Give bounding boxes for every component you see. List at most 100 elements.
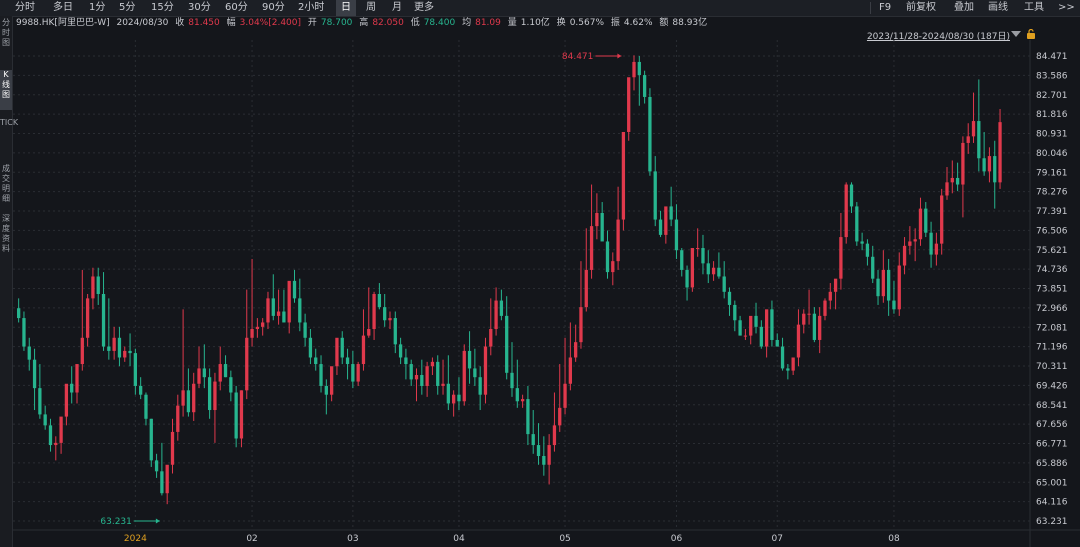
candle-body: [340, 337, 344, 358]
candle-body: [701, 248, 705, 264]
candle-body: [913, 239, 917, 242]
candle-body: [473, 368, 477, 378]
candle-body: [22, 318, 26, 347]
candle-body: [526, 399, 530, 435]
y-tick-label: 79.161: [1036, 168, 1068, 178]
candle-body: [494, 300, 498, 330]
candle-body: [924, 208, 928, 233]
candle-body: [54, 442, 58, 446]
candle-body: [637, 61, 641, 76]
candle-body: [515, 388, 519, 402]
candle-body: [658, 219, 663, 235]
candle-body: [59, 416, 63, 443]
y-tick-label: 73.851: [1036, 285, 1068, 295]
max-marker-arrow: [617, 53, 622, 59]
candle-body: [584, 269, 588, 308]
candle-body: [441, 383, 445, 386]
y-tick-label: 76.506: [1036, 226, 1068, 236]
candle-body: [833, 278, 838, 292]
y-tick-label: 68.541: [1036, 401, 1068, 411]
max-price-label: 84.471: [562, 52, 594, 62]
candle-body: [467, 350, 472, 369]
label-layer: 84.471 83.586 82.701 81.816 80.931 80.046 79.1…: [100, 52, 1067, 544]
candle-body: [186, 390, 191, 413]
candle-body: [213, 381, 217, 411]
candle-body: [520, 399, 525, 402]
candle-body: [266, 298, 270, 323]
candle-body: [727, 291, 732, 305]
candle-body: [818, 315, 822, 340]
candle-body: [446, 383, 450, 404]
candle-body: [982, 158, 986, 172]
candle-body: [791, 357, 795, 371]
x-tick-label: 06: [671, 534, 683, 544]
candle-body: [749, 315, 753, 336]
candle-body: [420, 374, 424, 386]
x-tick-label: 2024: [124, 534, 147, 544]
candle-body: [786, 368, 790, 371]
candle-body: [64, 383, 69, 417]
candle-body: [940, 195, 944, 244]
candle-body: [961, 142, 965, 185]
candle-body: [955, 177, 960, 185]
candle-body: [722, 276, 726, 292]
candle-body: [993, 156, 997, 183]
candle-body: [139, 385, 143, 395]
candle-body: [202, 368, 206, 378]
candle-body: [600, 212, 604, 242]
candle-body: [945, 182, 949, 196]
y-tick-label: 69.426: [1036, 381, 1068, 391]
y-tick-label: 74.736: [1036, 265, 1068, 275]
y-tick-label: 70.311: [1036, 362, 1068, 372]
candle-body: [796, 324, 801, 358]
candle-body: [292, 280, 297, 299]
candle-body: [197, 368, 201, 384]
candle-body: [372, 293, 376, 330]
candle-body: [128, 350, 132, 354]
candle-body: [642, 75, 647, 97]
x-tick-label: 03: [347, 534, 358, 544]
candle-body: [971, 121, 976, 137]
candle-body: [160, 471, 164, 494]
candle-body: [245, 337, 249, 391]
y-tick-label: 80.931: [1036, 130, 1068, 140]
candle-body: [388, 318, 392, 321]
candle-body: [892, 300, 896, 310]
candle-body: [616, 219, 620, 262]
candle-body: [329, 366, 334, 395]
candle-body: [149, 418, 153, 461]
candle-body: [282, 311, 286, 323]
candle-body: [404, 357, 408, 365]
candle-body: [860, 241, 864, 244]
grid-layer: [13, 40, 1080, 547]
candle-body: [483, 346, 488, 395]
candle-body: [314, 357, 318, 365]
candle-body: [377, 293, 382, 308]
candle-body: [733, 304, 737, 321]
candle-body: [987, 156, 992, 172]
candle-body: [452, 394, 456, 404]
y-tick-label: 80.046: [1036, 149, 1068, 159]
candle-body: [908, 241, 912, 246]
candlestick-chart[interactable]: 84.471 83.586 82.701 81.816 80.931 80.046 79.1…: [0, 0, 1080, 547]
x-tick-label: 04: [453, 534, 465, 544]
candle-body: [430, 361, 435, 367]
y-tick-label: 75.621: [1036, 246, 1068, 256]
candle-body: [579, 307, 583, 343]
candle-body: [743, 335, 748, 337]
candle-body: [542, 456, 546, 465]
candle-body: [849, 184, 854, 207]
candle-body: [276, 311, 281, 316]
candle-body: [367, 329, 371, 336]
candle-body: [632, 61, 636, 78]
x-tick-label: 07: [772, 534, 783, 544]
candle-body: [43, 414, 47, 426]
candle-body: [918, 208, 923, 240]
candle-body: [489, 329, 493, 347]
y-tick-label: 65.886: [1036, 459, 1068, 469]
candle-body: [112, 337, 116, 351]
x-tick-label: 05: [559, 534, 570, 544]
candle-body: [80, 337, 84, 365]
candle-body: [998, 122, 1002, 183]
y-tick-label: 83.586: [1036, 71, 1068, 81]
